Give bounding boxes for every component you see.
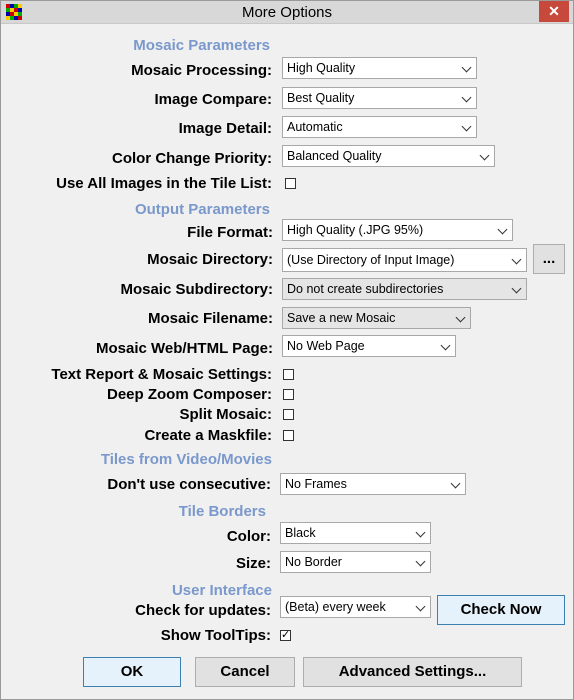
create-maskfile-checkbox[interactable] bbox=[283, 430, 294, 441]
mosaic-web-page-label: Mosaic Web/HTML Page: bbox=[96, 340, 273, 357]
chevron-down-icon bbox=[511, 254, 522, 265]
browse-directory-button[interactable]: ... bbox=[533, 244, 565, 274]
consecutive-frames-value: No Frames bbox=[285, 477, 347, 491]
dialog-content: Mosaic Parameters Mosaic Processing: Hig… bbox=[1, 24, 573, 699]
mosaic-directory-select[interactable]: (Use Directory of Input Image) bbox=[282, 248, 527, 272]
image-compare-label: Image Compare: bbox=[154, 91, 272, 108]
check-updates-label: Check for updates: bbox=[135, 602, 271, 619]
mosaic-subdirectory-select[interactable]: Do not create subdirectories bbox=[282, 278, 527, 300]
section-tile-borders: Tile Borders bbox=[178, 503, 266, 520]
close-button[interactable]: ✕ bbox=[539, 1, 569, 22]
section-mosaic-parameters: Mosaic Parameters bbox=[133, 37, 270, 54]
consecutive-frames-select[interactable]: No Frames bbox=[280, 473, 466, 495]
dont-use-consecutive-label: Don't use consecutive: bbox=[107, 476, 271, 493]
section-tiles-from-video: Tiles from Video/Movies bbox=[100, 451, 272, 468]
mosaic-filename-label: Mosaic Filename: bbox=[147, 310, 273, 327]
mosaic-web-page-value: No Web Page bbox=[287, 339, 365, 353]
chevron-down-icon bbox=[461, 92, 472, 103]
window-title: More Options bbox=[241, 4, 333, 21]
deep-zoom-checkbox[interactable] bbox=[283, 389, 294, 400]
section-output-parameters: Output Parameters bbox=[134, 201, 270, 218]
cancel-button[interactable]: Cancel bbox=[195, 657, 295, 687]
file-format-value: High Quality (.JPG 95%) bbox=[287, 223, 424, 237]
check-now-button[interactable]: Check Now bbox=[437, 595, 565, 625]
title-bar: More Options ✕ bbox=[1, 1, 573, 24]
border-size-select[interactable]: No Border bbox=[280, 551, 431, 573]
split-mosaic-checkbox[interactable] bbox=[283, 409, 294, 420]
image-compare-select[interactable]: Best Quality bbox=[282, 87, 477, 109]
deep-zoom-label: Deep Zoom Composer: bbox=[106, 386, 272, 403]
image-detail-value: Automatic bbox=[287, 120, 343, 134]
chevron-down-icon bbox=[461, 121, 472, 132]
section-user-interface: User Interface bbox=[171, 582, 272, 599]
split-mosaic-label: Split Mosaic: bbox=[179, 406, 272, 423]
border-color-value: Black bbox=[285, 526, 316, 540]
mosaic-subdirectory-label: Mosaic Subdirectory: bbox=[120, 281, 273, 298]
show-tooltips-checkbox[interactable]: ✓ bbox=[280, 630, 291, 641]
border-size-value: No Border bbox=[285, 555, 342, 569]
text-report-checkbox[interactable] bbox=[283, 369, 294, 380]
chevron-down-icon bbox=[461, 62, 472, 73]
chevron-down-icon bbox=[415, 601, 426, 612]
use-all-images-label: Use All Images in the Tile List: bbox=[56, 175, 272, 192]
chevron-down-icon bbox=[479, 150, 490, 161]
ok-button[interactable]: OK bbox=[83, 657, 181, 687]
mosaic-filename-value: Save a new Mosaic bbox=[287, 311, 396, 325]
file-format-label: File Format: bbox=[187, 224, 273, 241]
border-color-select[interactable]: Black bbox=[280, 522, 431, 544]
chevron-down-icon bbox=[415, 556, 426, 567]
check-updates-value: (Beta) every week bbox=[285, 600, 386, 614]
check-updates-select[interactable]: (Beta) every week bbox=[280, 596, 431, 618]
chevron-down-icon bbox=[497, 224, 508, 235]
color-change-priority-value: Balanced Quality bbox=[287, 149, 382, 163]
text-report-label: Text Report & Mosaic Settings: bbox=[51, 366, 272, 383]
image-detail-label: Image Detail: bbox=[178, 120, 272, 137]
advanced-settings-button[interactable]: Advanced Settings... bbox=[303, 657, 522, 687]
create-maskfile-label: Create a Maskfile: bbox=[144, 427, 272, 444]
mosaic-filename-select[interactable]: Save a new Mosaic bbox=[282, 307, 471, 329]
chevron-down-icon bbox=[450, 478, 461, 489]
mosaic-web-page-select[interactable]: No Web Page bbox=[282, 335, 456, 357]
color-change-priority-select[interactable]: Balanced Quality bbox=[282, 145, 495, 167]
chevron-down-icon bbox=[511, 283, 522, 294]
mosaic-directory-value: (Use Directory of Input Image) bbox=[287, 253, 455, 267]
mosaic-processing-value: High Quality bbox=[287, 61, 356, 75]
chevron-down-icon bbox=[440, 340, 451, 351]
mosaic-processing-label: Mosaic Processing: bbox=[131, 62, 272, 79]
more-options-dialog: More Options ✕ Mosaic Parameters Mosaic … bbox=[0, 0, 574, 700]
show-tooltips-label: Show ToolTips: bbox=[160, 627, 271, 644]
use-all-images-checkbox[interactable] bbox=[285, 178, 296, 189]
image-compare-value: Best Quality bbox=[287, 91, 355, 105]
chevron-down-icon bbox=[415, 527, 426, 538]
mosaic-subdirectory-value: Do not create subdirectories bbox=[287, 282, 444, 296]
image-detail-select[interactable]: Automatic bbox=[282, 116, 477, 138]
chevron-down-icon bbox=[455, 312, 466, 323]
color-change-priority-label: Color Change Priority: bbox=[111, 150, 272, 167]
border-color-label: Color: bbox=[226, 528, 271, 545]
mosaic-directory-label: Mosaic Directory: bbox=[147, 251, 273, 268]
mosaic-processing-select[interactable]: High Quality bbox=[282, 57, 477, 79]
file-format-select[interactable]: High Quality (.JPG 95%) bbox=[282, 219, 513, 241]
border-size-label: Size: bbox=[235, 555, 271, 572]
